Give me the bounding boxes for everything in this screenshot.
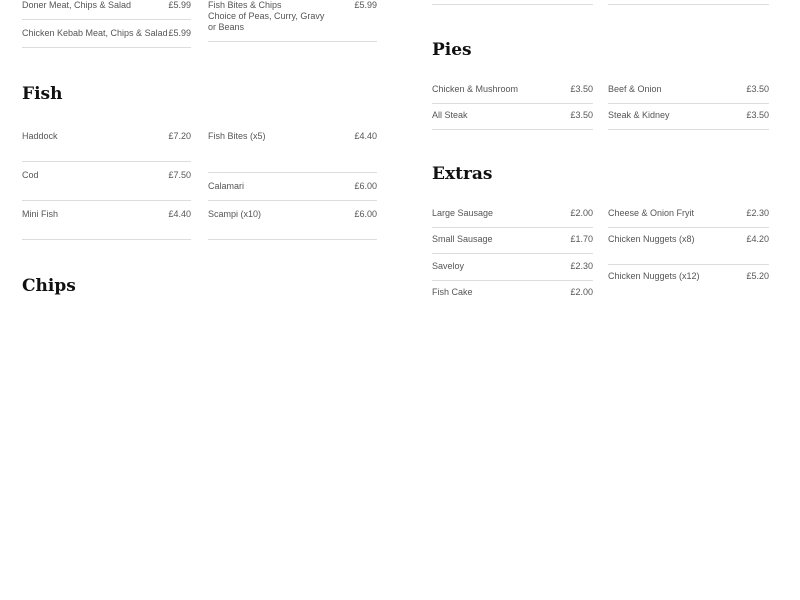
menu-item-price: £3.50 [746, 84, 769, 94]
menu-item-name-block: Fish Bites & Chips Choice of Peas, Curry… [208, 0, 333, 33]
menu-item-price: £6.00 [354, 181, 377, 191]
menu-item-price: £5.20 [746, 271, 769, 281]
menu-item-price: £3.50 [570, 110, 593, 120]
menu-item-price: £3.50 [746, 110, 769, 120]
menu-item-price: £4.40 [168, 209, 191, 219]
menu-item-cheese-onion-fryit[interactable]: Cheese & Onion Fryit £2.30 [608, 208, 769, 228]
menu-item-name: Steak & Kidney [608, 110, 670, 120]
menu-item-haddock[interactable]: Haddock £7.20 [22, 131, 191, 162]
menu-item-price: £6.00 [354, 209, 377, 219]
menu-item-beef-onion[interactable]: Beef & Onion £3.50 [608, 84, 769, 104]
menu-item-price: £5.99 [354, 0, 377, 10]
menu-item-name: Doner Meat, Chips & Salad [22, 0, 132, 10]
menu-item-price: £7.20 [168, 131, 191, 141]
menu-item-name: Beef & Onion [608, 84, 662, 94]
menu-item-name: Calamari [208, 181, 245, 191]
menu-item-saveloy[interactable]: Saveloy £2.30 [432, 261, 593, 281]
menu-item-description: Choice of Peas, Curry, Gravy or Beans [208, 11, 325, 32]
menu-item-price: £4.20 [746, 234, 769, 244]
menu-item-cod[interactable]: Cod £7.50 [22, 170, 191, 201]
menu-item-name: All Steak [432, 110, 468, 120]
menu-item-price: £2.00 [570, 208, 593, 218]
menu-item-name: Fish Bites (x5) [208, 131, 266, 141]
section-divider [608, 4, 769, 5]
menu-item-fish-cake[interactable]: Fish Cake £2.00 [432, 287, 593, 299]
menu-item-small-sausage[interactable]: Small Sausage £1.70 [432, 234, 593, 254]
menu-item-price: £4.40 [354, 131, 377, 141]
section-heading-pies: Pies [432, 40, 472, 60]
menu-item-fish-bites-x5[interactable]: Fish Bites (x5) £4.40 [208, 131, 377, 173]
menu-item-name: Fish Cake [432, 287, 473, 297]
menu-item-name: Chicken & Mushroom [432, 84, 519, 94]
menu-item-price: £5.99 [168, 0, 191, 10]
menu-item-price: £5.99 [168, 28, 191, 38]
menu-item-name: Haddock [22, 131, 58, 141]
menu-item-calamari[interactable]: Calamari £6.00 [208, 181, 377, 201]
menu-item-price: £3.50 [570, 84, 593, 94]
menu-item-name: Scampi (x10) [208, 209, 262, 219]
menu-item-mini-fish[interactable]: Mini Fish £4.40 [22, 209, 191, 240]
menu-item-name: Cod [22, 170, 39, 180]
menu-item-name: Mini Fish [22, 209, 59, 219]
menu-item-chicken-mushroom[interactable]: Chicken & Mushroom £3.50 [432, 84, 593, 104]
menu-item-all-steak[interactable]: All Steak £3.50 [432, 110, 593, 130]
menu-item-name: Chicken Nuggets (x12) [608, 271, 700, 281]
menu-item-price: £2.30 [570, 261, 593, 271]
menu-item-name: Fish Bites & Chips [208, 0, 282, 10]
menu-item-chicken-kebab-meat-chips-salad[interactable]: Chicken Kebab Meat, Chips & Salad £5.99 [22, 28, 191, 48]
menu-item-name: Large Sausage [432, 208, 494, 218]
menu-item-scampi-x10[interactable]: Scampi (x10) £6.00 [208, 209, 377, 240]
section-heading-extras: Extras [432, 164, 493, 184]
menu-item-name: Chicken Nuggets (x8) [608, 234, 695, 244]
menu-item-doner-meat-chips-salad[interactable]: Doner Meat, Chips & Salad £5.99 [22, 0, 191, 20]
menu-item-price: £2.00 [570, 287, 593, 297]
menu-item-fish-bites-chips[interactable]: Fish Bites & Chips Choice of Peas, Curry… [208, 0, 377, 42]
section-divider [432, 4, 593, 5]
menu-item-name: Chicken Kebab Meat, Chips & Salad [22, 28, 168, 38]
menu-item-chicken-nuggets-x12[interactable]: Chicken Nuggets (x12) £5.20 [608, 271, 769, 283]
section-heading-fish: Fish [22, 84, 63, 104]
menu-item-price: £2.30 [746, 208, 769, 218]
section-heading-chips: Chips [22, 276, 76, 296]
menu-item-large-sausage[interactable]: Large Sausage £2.00 [432, 208, 593, 228]
menu-item-chicken-nuggets-x8[interactable]: Chicken Nuggets (x8) £4.20 [608, 234, 769, 265]
menu-item-price: £1.70 [570, 234, 593, 244]
menu-item-steak-kidney[interactable]: Steak & Kidney £3.50 [608, 110, 769, 130]
menu-item-name: Cheese & Onion Fryit [608, 208, 695, 218]
menu-item-name: Saveloy [432, 261, 465, 271]
menu-item-price: £7.50 [168, 170, 191, 180]
menu-item-name: Small Sausage [432, 234, 493, 244]
